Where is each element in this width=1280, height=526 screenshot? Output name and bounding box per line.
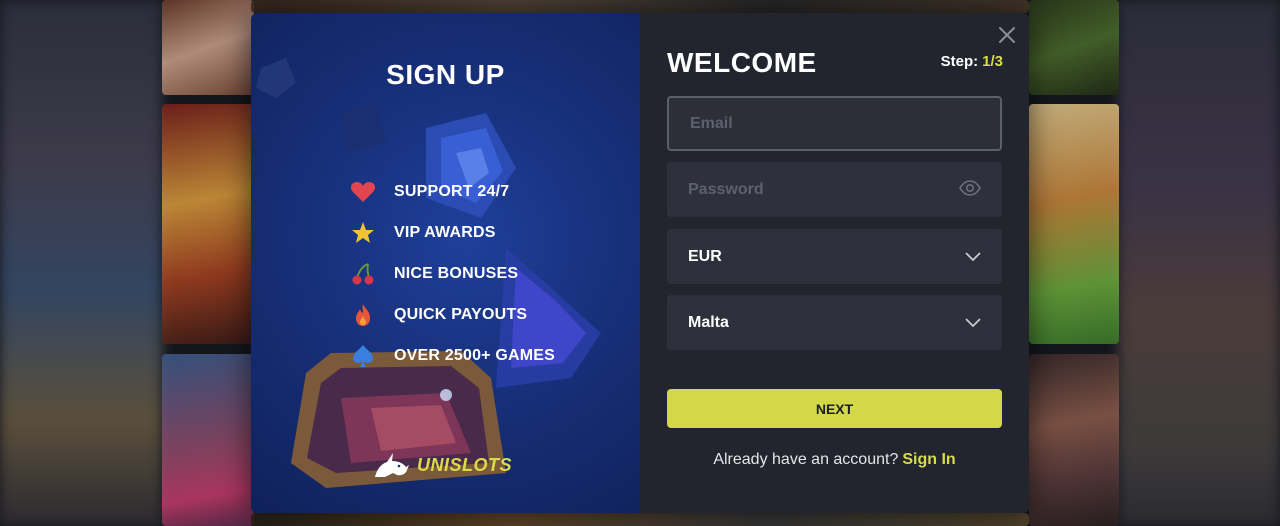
- heart-icon: [349, 180, 377, 204]
- game-tile: [1029, 104, 1119, 344]
- promo-panel: SIGN UP SUPPORT 24/7 VIP AWARDS NICE BON…: [251, 13, 640, 513]
- sign-in-link[interactable]: Sign In: [902, 451, 955, 468]
- feature-label: VIP AWARDS: [394, 223, 496, 241]
- eye-icon[interactable]: [959, 179, 981, 200]
- close-button[interactable]: [997, 25, 1017, 45]
- email-input[interactable]: [690, 114, 979, 133]
- close-icon: [999, 27, 1015, 43]
- chevron-down-icon: [965, 313, 981, 332]
- feature-label: QUICK PAYOUTS: [394, 305, 528, 323]
- currency-select[interactable]: EUR: [667, 229, 1002, 284]
- feature-item: QUICK PAYOUTS: [349, 294, 555, 335]
- star-icon: [349, 221, 377, 245]
- feature-label: OVER 2500+ GAMES: [394, 346, 556, 364]
- game-tile: [162, 104, 254, 344]
- unislots-logo: UNISLOTS: [373, 451, 512, 479]
- step-label: Step:: [940, 53, 979, 70]
- password-placeholder: Password: [688, 180, 764, 198]
- step-indicator: Step: 1/3: [941, 53, 1003, 70]
- signin-prompt: Already have an account?: [713, 451, 899, 468]
- feature-label: SUPPORT 24/7: [394, 182, 510, 200]
- blurred-right-area: [1118, 0, 1280, 526]
- game-tile: [251, 513, 1029, 526]
- cherries-icon: [349, 262, 377, 286]
- feature-item: OVER 2500+ GAMES: [349, 335, 555, 376]
- feature-item: SUPPORT 24/7: [349, 171, 555, 212]
- country-select[interactable]: Malta: [667, 295, 1002, 350]
- fire-icon: [349, 303, 377, 327]
- promo-title: SIGN UP: [386, 59, 505, 90]
- password-field[interactable]: Password: [667, 162, 1002, 217]
- game-tile: [162, 0, 254, 95]
- form-title: WELCOME: [667, 47, 817, 78]
- feature-list: SUPPORT 24/7 VIP AWARDS NICE BONUSES QUI…: [349, 171, 555, 376]
- logo-text: UNISLOTS: [417, 454, 513, 475]
- game-tile: [162, 354, 254, 526]
- spade-icon: [349, 344, 377, 368]
- feature-item: VIP AWARDS: [349, 212, 555, 253]
- signup-form: WELCOME Step:1/3 Password EUR Malta NEXT: [640, 13, 1029, 513]
- unicorn-icon: [375, 453, 409, 477]
- feature-label: NICE BONUSES: [394, 264, 519, 282]
- chevron-down-icon: [965, 247, 981, 266]
- step-value: 1/3: [982, 53, 1003, 70]
- game-tile: [251, 0, 1029, 13]
- next-button[interactable]: NEXT: [667, 389, 1002, 428]
- game-tile: [1029, 354, 1119, 526]
- feature-item: NICE BONUSES: [349, 253, 555, 294]
- signin-prompt-row: Already have an account? Sign In: [667, 451, 1002, 469]
- currency-value: EUR: [688, 247, 722, 265]
- game-tile: [1029, 0, 1119, 95]
- signup-modal: SIGN UP SUPPORT 24/7 VIP AWARDS NICE BON…: [251, 13, 1029, 513]
- blurred-left-area: [0, 0, 162, 526]
- email-field[interactable]: [667, 96, 1002, 151]
- country-value: Malta: [688, 313, 729, 331]
